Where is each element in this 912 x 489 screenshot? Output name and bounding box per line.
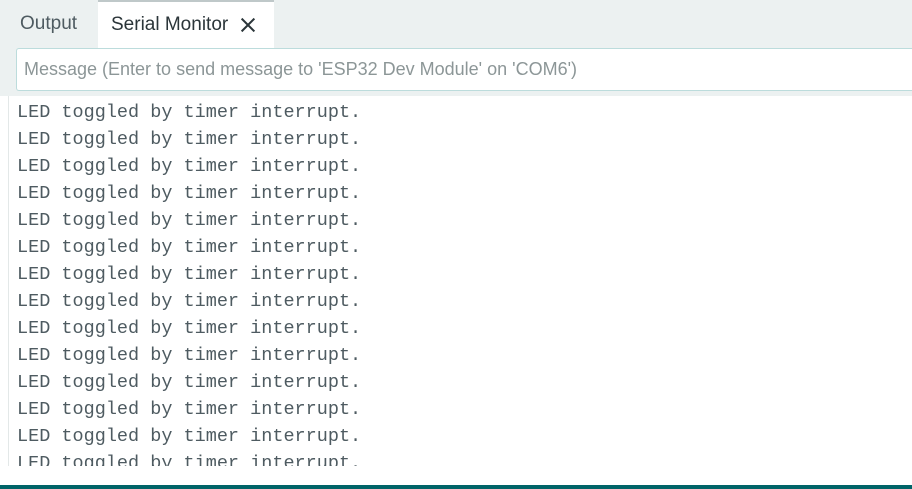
console-line: LED toggled by timer interrupt.: [17, 399, 362, 420]
tab-serial-monitor-label: Serial Monitor: [111, 14, 229, 35]
console-line: LED toggled by timer interrupt.: [17, 183, 362, 204]
close-icon[interactable]: [240, 17, 256, 33]
serial-monitor-header: Output Serial Monitor: [0, 0, 912, 96]
console-line: LED toggled by timer interrupt.: [17, 102, 362, 123]
serial-output-console: LED toggled by timer interrupt. LED togg…: [8, 96, 912, 466]
status-bar-edge: [0, 485, 912, 489]
console-line: LED toggled by timer interrupt.: [17, 291, 362, 312]
console-line: LED toggled by timer interrupt.: [17, 345, 362, 366]
console-line: LED toggled by timer interrupt.: [17, 237, 362, 258]
message-input[interactable]: [16, 48, 912, 91]
console-line: LED toggled by timer interrupt.: [17, 156, 362, 177]
console-line: LED toggled by timer interrupt.: [17, 453, 362, 466]
tab-serial-monitor[interactable]: Serial Monitor: [98, 0, 274, 48]
tab-output-label: Output: [20, 13, 78, 34]
console-line: LED toggled by timer interrupt.: [17, 129, 362, 150]
tab-output[interactable]: Output: [20, 0, 77, 48]
console-line: LED toggled by timer interrupt.: [17, 210, 362, 231]
console-line: LED toggled by timer interrupt.: [17, 426, 362, 447]
console-line: LED toggled by timer interrupt.: [17, 264, 362, 285]
console-line: LED toggled by timer interrupt.: [17, 372, 362, 393]
panel-tabbar: Output Serial Monitor: [0, 0, 912, 48]
console-line: LED toggled by timer interrupt.: [17, 318, 362, 339]
